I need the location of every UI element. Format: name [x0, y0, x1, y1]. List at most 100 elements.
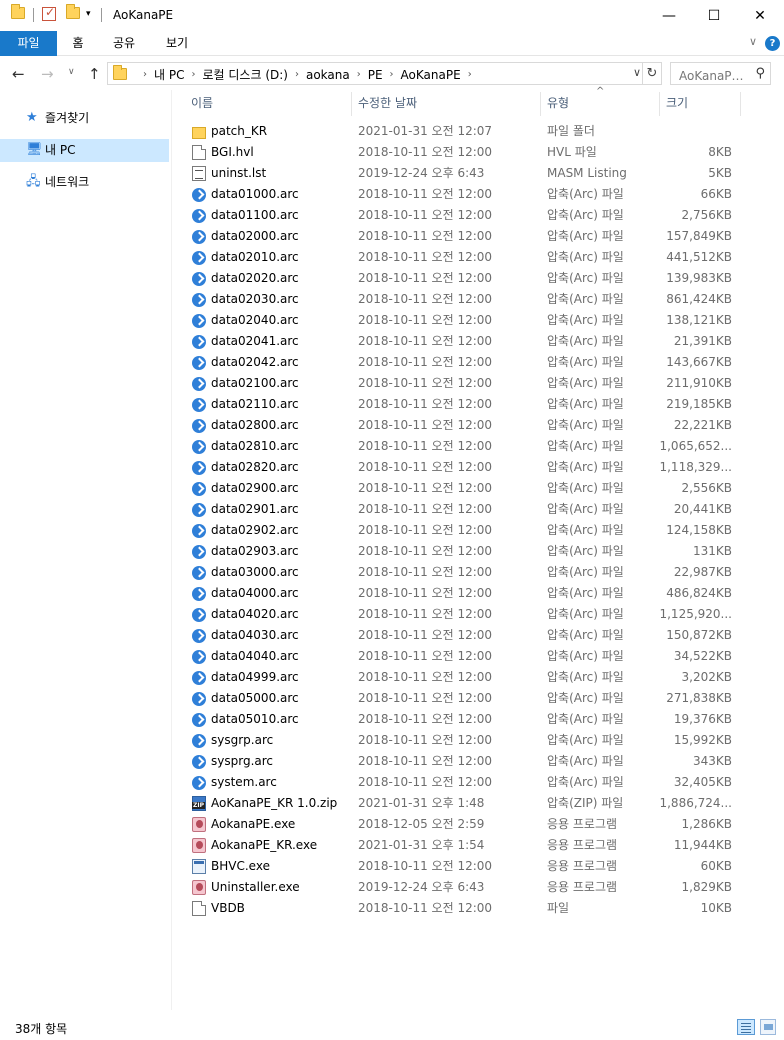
tab-file[interactable]: 파일: [0, 31, 57, 56]
file-row[interactable]: data03000.arc 2018-10-11 오전 12:00 압축(Arc) …: [172, 562, 752, 583]
chevron-down-icon[interactable]: ∨: [749, 35, 757, 48]
file-row[interactable]: data04999.arc 2018-10-11 오전 12:00 압축(Arc) …: [172, 667, 752, 688]
sidebar-item-network[interactable]: 🖧 네트워크: [0, 171, 169, 194]
properties-icon[interactable]: [42, 5, 56, 21]
tab-share[interactable]: 공유: [104, 31, 144, 56]
sidebar-item-this-pc[interactable]: 🖥 내 PC: [0, 139, 169, 162]
close-button[interactable]: ✕: [737, 0, 783, 31]
sidebar-item-quick-access[interactable]: ★ 즐겨찾기: [0, 107, 169, 130]
file-row[interactable]: data05000.arc 2018-10-11 오전 12:00 압축(Arc) …: [172, 688, 752, 709]
minimize-button[interactable]: —: [646, 0, 692, 31]
tab-home[interactable]: 홈: [60, 31, 96, 56]
column-divider[interactable]: [740, 92, 741, 116]
file-row[interactable]: system.arc 2018-10-11 오전 12:00 압축(Arc) 파일 3…: [172, 772, 752, 793]
file-date: 2018-10-11 오전 12:00: [358, 712, 493, 726]
chevron-right-icon[interactable]: ›: [468, 69, 472, 80]
file-row[interactable]: uninst.lst 2019-12-24 오후 6:43 MASM Listing…: [172, 163, 752, 184]
file-row[interactable]: data02810.arc 2018-10-11 오전 12:00 압축(Arc) …: [172, 436, 752, 457]
file-row[interactable]: data02020.arc 2018-10-11 오전 12:00 압축(Arc) …: [172, 268, 752, 289]
breadcrumb-item[interactable]: PE: [368, 68, 383, 82]
large-icons-view-button[interactable]: [760, 1019, 776, 1035]
file-row[interactable]: data02820.arc 2018-10-11 오전 12:00 압축(Arc) …: [172, 457, 752, 478]
chevron-right-icon[interactable]: ›: [295, 69, 299, 80]
search-icon[interactable]: ⚲: [755, 66, 765, 81]
file-date: 2018-10-11 오전 12:00: [358, 397, 493, 411]
file-date: 2018-10-11 오전 12:00: [358, 313, 493, 327]
file-row[interactable]: data02030.arc 2018-10-11 오전 12:00 압축(Arc) …: [172, 289, 752, 310]
file-row[interactable]: data02100.arc 2018-10-11 오전 12:00 압축(Arc) …: [172, 373, 752, 394]
forward-button[interactable]: →: [41, 65, 54, 83]
file-size: 441,512KB: [666, 250, 732, 264]
file-row[interactable]: AokanaPE.exe 2018-12-05 오전 2:59 응용 프로그램 1,2…: [172, 814, 752, 835]
file-row[interactable]: data02110.arc 2018-10-11 오전 12:00 압축(Arc) …: [172, 394, 752, 415]
file-row[interactable]: data02040.arc 2018-10-11 오전 12:00 압축(Arc) …: [172, 310, 752, 331]
customize-toolbar-icon[interactable]: ▾: [86, 9, 91, 19]
back-button[interactable]: ←: [12, 65, 25, 83]
refresh-button[interactable]: ↻: [642, 63, 661, 84]
new-folder-icon[interactable]: [66, 4, 80, 19]
file-row[interactable]: sysgrp.arc 2018-10-11 오전 12:00 압축(Arc) 파일 1…: [172, 730, 752, 751]
folder-icon[interactable]: [11, 4, 25, 19]
file-row[interactable]: data04020.arc 2018-10-11 오전 12:00 압축(Arc) …: [172, 604, 752, 625]
breadcrumb-item[interactable]: 내 PC: [154, 66, 184, 83]
up-button[interactable]: ↑: [88, 65, 101, 83]
file-row[interactable]: patch_KR 2021-01-31 오전 12:07 파일 폴더: [172, 121, 752, 142]
file-row[interactable]: sysprg.arc 2018-10-11 오전 12:00 압축(Arc) 파일 3…: [172, 751, 752, 772]
breadcrumb-item[interactable]: aokana: [306, 68, 350, 82]
file-row[interactable]: data02041.arc 2018-10-11 오전 12:00 압축(Arc) …: [172, 331, 752, 352]
file-row[interactable]: data04000.arc 2018-10-11 오전 12:00 압축(Arc) …: [172, 583, 752, 604]
file-type: 압축(Arc) 파일: [547, 481, 624, 495]
file-row[interactable]: data02042.arc 2018-10-11 오전 12:00 압축(Arc) …: [172, 352, 752, 373]
file-row[interactable]: BGI.hvl 2018-10-11 오전 12:00 HVL 파일 8KB: [172, 142, 752, 163]
address-bar[interactable]: › 내 PC › 로컬 디스크 (D:) › aokana › PE › AoK…: [107, 62, 662, 85]
breadcrumb-item[interactable]: 로컬 디스크 (D:): [202, 66, 287, 83]
arc-icon: [192, 713, 206, 727]
file-name: data02042.arc: [211, 355, 299, 369]
column-header-date[interactable]: 수정한 날짜: [358, 90, 538, 116]
file-row[interactable]: data02901.arc 2018-10-11 오전 12:00 압축(Arc) …: [172, 499, 752, 520]
arc-icon: [192, 734, 206, 748]
file-row[interactable]: data01000.arc 2018-10-11 오전 12:00 압축(Arc) …: [172, 184, 752, 205]
file-date: 2018-12-05 오전 2:59: [358, 817, 485, 831]
file-row[interactable]: data02902.arc 2018-10-11 오전 12:00 압축(Arc) …: [172, 520, 752, 541]
file-row[interactable]: BHVC.exe 2018-10-11 오전 12:00 응용 프로그램 60KB: [172, 856, 752, 877]
file-row[interactable]: data04030.arc 2018-10-11 오전 12:00 압축(Arc) …: [172, 625, 752, 646]
column-divider[interactable]: [351, 92, 352, 116]
chevron-right-icon[interactable]: ›: [357, 69, 361, 80]
file-row[interactable]: Uninstaller.exe 2019-12-24 오후 6:43 응용 프로그램…: [172, 877, 752, 898]
maximize-button[interactable]: ☐: [691, 0, 737, 31]
file-row[interactable]: AokanaPE_KR.exe 2021-01-31 오후 1:54 응용 프로그램…: [172, 835, 752, 856]
file-row[interactable]: data02000.arc 2018-10-11 오전 12:00 압축(Arc) …: [172, 226, 752, 247]
file-row[interactable]: data02010.arc 2018-10-11 오전 12:00 압축(Arc) …: [172, 247, 752, 268]
details-view-button[interactable]: [737, 1019, 755, 1035]
chevron-right-icon[interactable]: ›: [143, 69, 147, 80]
file-date: 2018-10-11 오전 12:00: [358, 292, 493, 306]
file-row[interactable]: data02903.arc 2018-10-11 오전 12:00 압축(Arc) …: [172, 541, 752, 562]
file-row[interactable]: data01100.arc 2018-10-11 오전 12:00 압축(Arc) …: [172, 205, 752, 226]
file-row[interactable]: data02900.arc 2018-10-11 오전 12:00 압축(Arc) …: [172, 478, 752, 499]
file-row[interactable]: data05010.arc 2018-10-11 오전 12:00 압축(Arc) …: [172, 709, 752, 730]
file-row[interactable]: data04040.arc 2018-10-11 오전 12:00 압축(Arc) …: [172, 646, 752, 667]
file-name: data02903.arc: [211, 544, 299, 558]
file-row[interactable]: data02800.arc 2018-10-11 오전 12:00 압축(Arc) …: [172, 415, 752, 436]
column-header-type[interactable]: 유형: [547, 90, 657, 116]
file-row[interactable]: AoKanaPE_KR 1.0.zip 2021-01-31 오후 1:48 압축(…: [172, 793, 752, 814]
tab-view[interactable]: 보기: [157, 31, 197, 56]
file-type: 압축(Arc) 파일: [547, 418, 624, 432]
file-row[interactable]: VBDB 2018-10-11 오전 12:00 파일 10KB: [172, 898, 752, 919]
help-icon[interactable]: ?: [765, 36, 780, 51]
column-divider[interactable]: [659, 92, 660, 116]
sidebar-item-label: 내 PC: [45, 143, 76, 157]
column-divider[interactable]: [540, 92, 541, 116]
address-dropdown-button[interactable]: ∨: [633, 66, 641, 79]
recent-locations-button[interactable]: ∨: [68, 67, 75, 77]
chevron-right-icon[interactable]: ›: [390, 69, 394, 80]
chevron-right-icon[interactable]: ›: [191, 69, 195, 80]
column-header-size[interactable]: 크기: [666, 90, 736, 116]
search-input[interactable]: AoKanaPE 검색: [679, 67, 749, 84]
file-date: 2018-10-11 오전 12:00: [358, 670, 493, 684]
search-box[interactable]: AoKanaPE 검색 ⚲: [670, 62, 771, 85]
breadcrumb-item[interactable]: AoKanaPE: [401, 68, 461, 82]
column-header-name[interactable]: 이름: [191, 90, 351, 116]
file-size: 861,424KB: [666, 292, 732, 306]
